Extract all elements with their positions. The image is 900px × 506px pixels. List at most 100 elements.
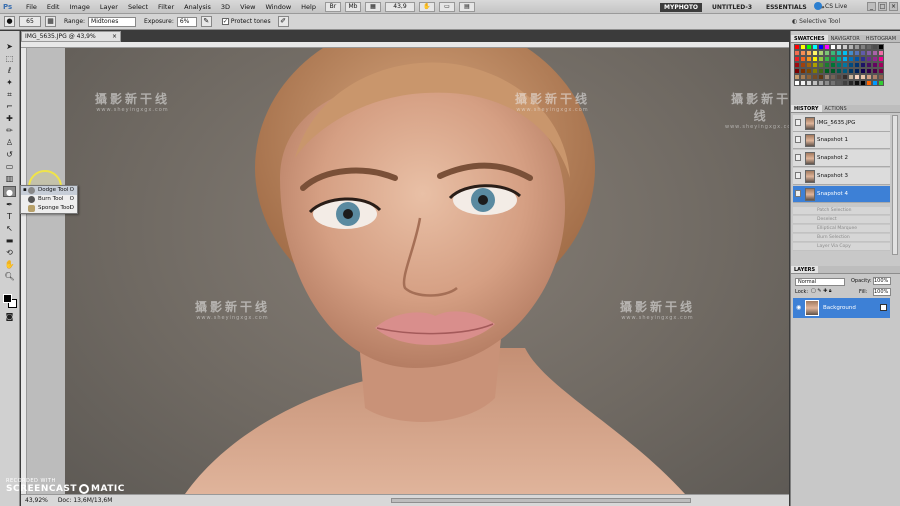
watermark: 攝影新干线www.sheyingxgx.com <box>95 92 171 113</box>
menu-help[interactable]: Help <box>296 0 321 14</box>
cs-live-label: CS Live <box>825 2 848 10</box>
clone-stamp-tool-icon[interactable]: ♙ <box>3 137 16 148</box>
history-step[interactable]: Burn Selection <box>793 234 890 242</box>
tool-preset-icon[interactable]: ● <box>4 16 15 27</box>
history-step[interactable]: Deselect <box>793 216 890 224</box>
close-icon[interactable]: × <box>889 2 898 11</box>
history-item[interactable]: Snapshot 2 <box>793 150 890 167</box>
dodge-icon <box>28 187 35 194</box>
foreground-color-swatch[interactable] <box>3 294 12 303</box>
marquee-tool-icon[interactable]: ⬚ <box>3 53 16 64</box>
flyout-sponge-tool[interactable]: Sponge Tool O <box>21 204 77 213</box>
status-zoom[interactable]: 43,92% <box>25 497 48 504</box>
tab-navigator[interactable]: NAVIGATOR <box>828 35 863 42</box>
screen-mode-button[interactable]: ▭ <box>438 1 455 12</box>
history-brush-tool-icon[interactable]: ↺ <box>3 149 16 160</box>
workspace-untitled-3[interactable]: UNTITLED-3 <box>708 3 756 12</box>
tab-layers[interactable]: LAYERS <box>791 266 819 273</box>
history-item[interactable]: IMG_5635.JPG <box>793 115 890 132</box>
3d-rotate-tool-icon[interactable]: ⟲ <box>3 247 16 258</box>
eraser-tool-icon[interactable]: ▭ <box>3 161 16 172</box>
menu-layer[interactable]: Layer <box>95 0 123 14</box>
menu-file[interactable]: File <box>21 0 42 14</box>
screencast-logo-icon <box>79 484 90 494</box>
close-document-icon[interactable]: × <box>112 32 117 42</box>
color-swatch[interactable] <box>878 80 884 86</box>
hand-tool-icon[interactable]: ✋ <box>3 259 16 270</box>
pressure-icon[interactable]: ✐ <box>277 16 289 27</box>
airbrush-icon[interactable]: ✎ <box>200 16 212 27</box>
cs-live-button[interactable]: CS Live <box>814 2 847 10</box>
crop-tool-icon[interactable]: ⌗ <box>3 89 16 100</box>
quick-mask-icon[interactable]: ◙ <box>3 311 16 322</box>
fill-label: Fill: <box>859 289 868 295</box>
history-step[interactable]: Patch Selection <box>793 207 890 215</box>
gradient-tool-icon[interactable]: ▥ <box>3 173 16 184</box>
history-scrollbar[interactable] <box>892 115 898 255</box>
lock-label: Lock: <box>795 289 809 295</box>
blend-mode-select[interactable]: Normal <box>795 278 845 286</box>
brush-panel-icon[interactable]: ▦ <box>45 16 56 27</box>
zoom-tool-icon[interactable]: 🔍︎ <box>3 271 16 282</box>
shape-tool-icon[interactable]: ▬ <box>3 235 16 246</box>
status-doc-size: Doc: 13,6M/13,6M <box>57 497 113 504</box>
horizontal-scrollbar[interactable] <box>391 498 691 503</box>
eyedropper-tool-icon[interactable]: ⌐ <box>3 101 16 112</box>
history-step[interactable]: Layer Via Copy <box>793 243 890 251</box>
type-tool-icon[interactable]: T <box>3 211 16 222</box>
flyout-burn-tool[interactable]: Burn Tool O <box>21 195 77 204</box>
workspace-essentials[interactable]: ESSENTIALS <box>762 3 811 12</box>
workspace-myphoto[interactable]: MYPHOTO <box>660 2 703 12</box>
history-item-selected[interactable]: Snapshot 4 <box>793 186 890 203</box>
layer-background[interactable]: ◉ Background <box>793 298 890 318</box>
brush-tool-icon[interactable]: ✏ <box>3 125 16 136</box>
pen-tool-icon[interactable]: ✒ <box>3 199 16 210</box>
protect-tones-checkbox[interactable]: ✓ <box>221 18 229 25</box>
tab-swatches[interactable]: SWATCHES <box>791 35 828 42</box>
swatches-grid[interactable] <box>794 44 888 94</box>
fill-input[interactable]: 100% <box>873 288 891 296</box>
eye-icon[interactable]: ◉ <box>796 298 801 318</box>
screencast-o-matic-watermark: RECORDED WITH SCREENCAST MATIC <box>6 478 125 494</box>
exposure-input[interactable]: 6% <box>176 16 197 27</box>
bridge-button[interactable]: Br <box>324 1 341 12</box>
quick-select-tool-icon[interactable]: ✦ <box>3 77 16 88</box>
flyout-dodge-tool[interactable]: ▪ Dodge Tool O <box>21 186 77 195</box>
menu-select[interactable]: Select <box>123 0 153 14</box>
portrait-photo[interactable]: 攝影新干线 www.sheyingxgx.com 攝影新干线 www.sheying… <box>65 48 789 494</box>
minimize-icon[interactable]: _ <box>867 2 876 11</box>
maximize-icon[interactable]: □ <box>878 2 887 11</box>
path-selection-tool-icon[interactable]: ↖ <box>3 223 16 234</box>
tab-history[interactable]: HISTORY <box>791 105 822 112</box>
menu-edit[interactable]: Edit <box>42 0 65 14</box>
extras-button[interactable]: ▦ <box>364 1 381 12</box>
menu-filter[interactable]: Filter <box>153 0 179 14</box>
tab-histogram[interactable]: HISTOGRAM <box>863 35 899 42</box>
healing-brush-tool-icon[interactable]: ✚ <box>3 113 16 124</box>
history-item[interactable]: Snapshot 3 <box>793 168 890 185</box>
menu-3d[interactable]: 3D <box>216 0 235 14</box>
range-select[interactable]: Midtones <box>88 16 137 27</box>
tab-actions[interactable]: ACTIONS <box>822 105 850 112</box>
tool-ticker[interactable]: ◐ Selective Tool <box>792 18 840 25</box>
document-tab[interactable]: IMG_5635.JPG @ 43,9% (RGB/8) × <box>21 31 121 50</box>
arrange-documents-button[interactable]: ▤ <box>458 1 475 12</box>
canvas-pasteboard[interactable]: 攝影新干线 www.sheyingxgx.com 攝影新干线 www.sheying… <box>27 48 789 494</box>
menu-analysis[interactable]: Analysis <box>179 0 216 14</box>
mini-bridge-button[interactable]: Mb <box>344 1 361 12</box>
hand-tool-button[interactable]: ✋ <box>418 1 435 12</box>
menu-window[interactable]: Window <box>261 0 297 14</box>
menu-image[interactable]: Image <box>64 0 94 14</box>
dodge-tool-icon[interactable]: ● <box>3 186 16 197</box>
options-bar: ● 65 ▦ Range: Midtones Exposure: 6% ✎ ✓ … <box>0 14 900 30</box>
opacity-input[interactable]: 100% <box>873 277 891 285</box>
lasso-tool-icon[interactable]: ℓ <box>3 65 16 76</box>
move-tool-icon[interactable]: ➤ <box>3 41 16 52</box>
lock-icons[interactable]: ▢ ✎ ✚ 🔒︎ <box>811 288 832 294</box>
brush-preset-icon[interactable]: 65 <box>19 16 41 27</box>
opacity-label: Opacity: <box>851 278 872 284</box>
menu-view[interactable]: View <box>235 0 260 14</box>
history-item[interactable]: Snapshot 1 <box>793 132 890 149</box>
history-step[interactable]: Elliptical Marquee <box>793 225 890 233</box>
zoom-level-select[interactable]: 43,9 <box>384 1 415 12</box>
